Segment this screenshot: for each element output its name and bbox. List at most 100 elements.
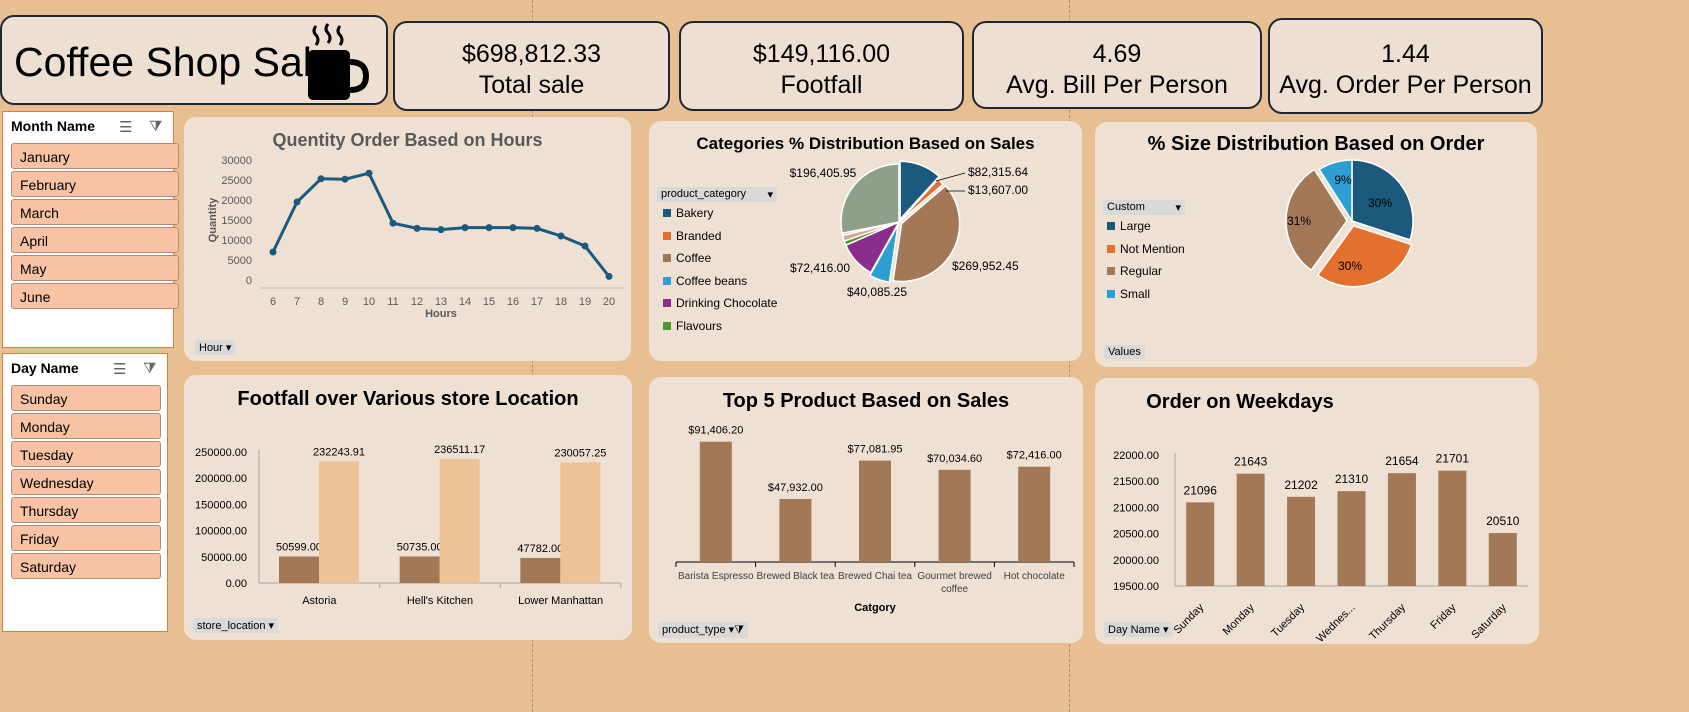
slicer-item[interactable]: Tuesday xyxy=(11,441,161,467)
slicer-item[interactable]: Thursday xyxy=(11,497,161,523)
bar-data-label: 21654 xyxy=(1385,454,1419,468)
slicer-item[interactable]: Sunday xyxy=(11,385,161,411)
y-tick-label: 20000 xyxy=(221,195,252,207)
data-point xyxy=(269,248,277,256)
kpi-avg-bill: 4.69 Avg. Bill Per Person xyxy=(972,21,1262,109)
y-tick-label: 21500.00 xyxy=(1113,476,1159,488)
hour-field-button[interactable]: Hour ▾ xyxy=(195,340,236,355)
slicer-item[interactable]: January xyxy=(11,143,179,169)
y-tick-label: 250000.00 xyxy=(195,447,247,459)
categories-chart-panel: Categories % Distribution Based on Sales… xyxy=(649,121,1082,361)
weekdays-bar-chart: 19500.00 20000.00 20500.00 21000.00 21500.00… xyxy=(1113,450,1528,644)
x-axis-title: Catgory xyxy=(854,602,896,614)
clear-filter-icon[interactable]: ⧩ xyxy=(143,360,156,377)
bar xyxy=(279,556,319,583)
month-slicer: Month Name ☰ ⧩ January February March April… xyxy=(2,111,179,348)
bar-data-label: $72,416.00 xyxy=(1007,450,1062,462)
kpi-footfall: $149,116.00 Footfall xyxy=(679,21,964,111)
bar-data-label: $70,034.60 xyxy=(927,453,982,465)
y-tick-label: 150000.00 xyxy=(195,499,247,511)
bar xyxy=(399,556,440,583)
data-point xyxy=(509,224,517,232)
values-field-button[interactable]: Values xyxy=(1104,345,1145,359)
data-point xyxy=(317,175,325,183)
x-tick-label: Brewed Black tea xyxy=(756,571,834,582)
kpi-value: $698,812.33 xyxy=(461,40,602,68)
bar-data-label: 232243.91 xyxy=(313,446,365,458)
bar xyxy=(439,459,480,583)
y-tick-label: 10000 xyxy=(221,235,252,247)
y-tick-label: 5000 xyxy=(228,255,252,267)
slice-data-label: $196,405.95 xyxy=(790,166,857,180)
bar xyxy=(1018,466,1051,562)
y-tick-label: 0 xyxy=(246,275,252,287)
bar xyxy=(938,469,971,562)
size-pie-chart: 30% 30% 31% 9% xyxy=(1285,159,1414,288)
x-tick-label: Wednes... xyxy=(1314,602,1357,644)
data-point xyxy=(605,272,613,280)
clear-filter-icon[interactable]: ⧩ xyxy=(149,118,162,135)
slice-data-label: $40,085.25 xyxy=(847,285,907,299)
y-tick-label: 200000.00 xyxy=(195,473,247,485)
x-tick-label: Lower Manhattan xyxy=(518,595,603,607)
slicer-item[interactable]: June xyxy=(11,283,179,309)
multi-select-icon[interactable]: ☰ xyxy=(119,118,132,136)
bar xyxy=(1488,533,1517,586)
slicer-item[interactable]: Friday xyxy=(11,525,161,551)
bar-data-label: 21643 xyxy=(1234,455,1268,469)
day-slicer: Day Name ☰ ⧩ Sunday Monday Tuesday Wednesda… xyxy=(2,353,168,632)
slicer-item[interactable]: February xyxy=(11,171,179,197)
data-point xyxy=(581,242,589,250)
x-tick-label: Sunday xyxy=(1171,601,1206,636)
footfall-chart-panel: Footfall over Various store Location 0.0… xyxy=(184,375,632,640)
slice-data-label: $72,416.00 xyxy=(790,261,850,275)
slice-data-label: 9% xyxy=(1334,173,1352,187)
bar-data-label: 236511.17 xyxy=(434,444,485,456)
store-location-field-button[interactable]: store_location ▾ xyxy=(193,618,279,633)
bar xyxy=(1186,502,1215,586)
y-tick-label: 19500.00 xyxy=(1113,581,1159,593)
data-point xyxy=(533,224,541,232)
slicer-item[interactable]: Monday xyxy=(11,413,161,439)
bar-data-label: 21202 xyxy=(1284,478,1318,492)
slicer-item[interactable]: April xyxy=(11,227,179,253)
title-card: Coffee Shop Sale xyxy=(0,15,388,105)
x-tick-label: 16 xyxy=(507,296,519,308)
kpi-value: 4.69 xyxy=(1092,40,1142,68)
slicer-item[interactable]: May xyxy=(11,255,179,281)
bar xyxy=(520,557,561,583)
bar-data-label: 230057.25 xyxy=(554,447,606,459)
products-chart-panel: Top 5 Product Based on Sales $91,406.20 $… xyxy=(649,377,1083,643)
slicer-item[interactable]: March xyxy=(11,199,179,225)
x-tick-label: 18 xyxy=(555,296,567,308)
coffee-mug-icon xyxy=(308,23,370,100)
y-tick-label: 0.00 xyxy=(226,578,247,590)
day-name-field-button[interactable]: Day Name ▾ xyxy=(1104,622,1173,637)
x-tick-label: 19 xyxy=(579,296,591,308)
y-tick-label: 15000 xyxy=(221,215,252,227)
bar xyxy=(560,462,601,583)
slice-data-label: $82,315.64 xyxy=(968,165,1028,179)
y-tick-label: 20000.00 xyxy=(1113,555,1159,567)
slice-data-label: 30% xyxy=(1338,259,1362,273)
x-tick-label: Gourmet brewed coffee xyxy=(917,571,991,595)
month-slicer-header: Month Name xyxy=(11,118,95,134)
x-tick-label: Barista Espresso xyxy=(678,571,754,582)
data-point xyxy=(437,226,445,234)
multi-select-icon[interactable]: ☰ xyxy=(113,360,126,378)
slicer-item[interactable]: Wednesday xyxy=(11,469,161,495)
product-type-field-button[interactable]: product_type ▾⧩ xyxy=(658,622,748,638)
bar-data-label: 20510 xyxy=(1486,514,1520,528)
data-point xyxy=(389,219,397,227)
x-tick-label: Brewed Chai tea xyxy=(838,571,912,582)
data-point xyxy=(341,175,349,183)
data-point xyxy=(461,224,469,232)
kpi-label: Avg. Order Per Person xyxy=(1279,71,1532,99)
kpi-avg-order: 1.44 Avg. Order Per Person xyxy=(1268,18,1543,114)
bar xyxy=(1438,470,1467,586)
slice-data-label: 31% xyxy=(1287,214,1311,228)
slicer-item[interactable]: Saturday xyxy=(11,553,161,579)
x-tick-label: 8 xyxy=(318,296,324,308)
x-tick-label: 7 xyxy=(294,296,300,308)
bar-data-label: 50599.00 xyxy=(276,541,322,553)
